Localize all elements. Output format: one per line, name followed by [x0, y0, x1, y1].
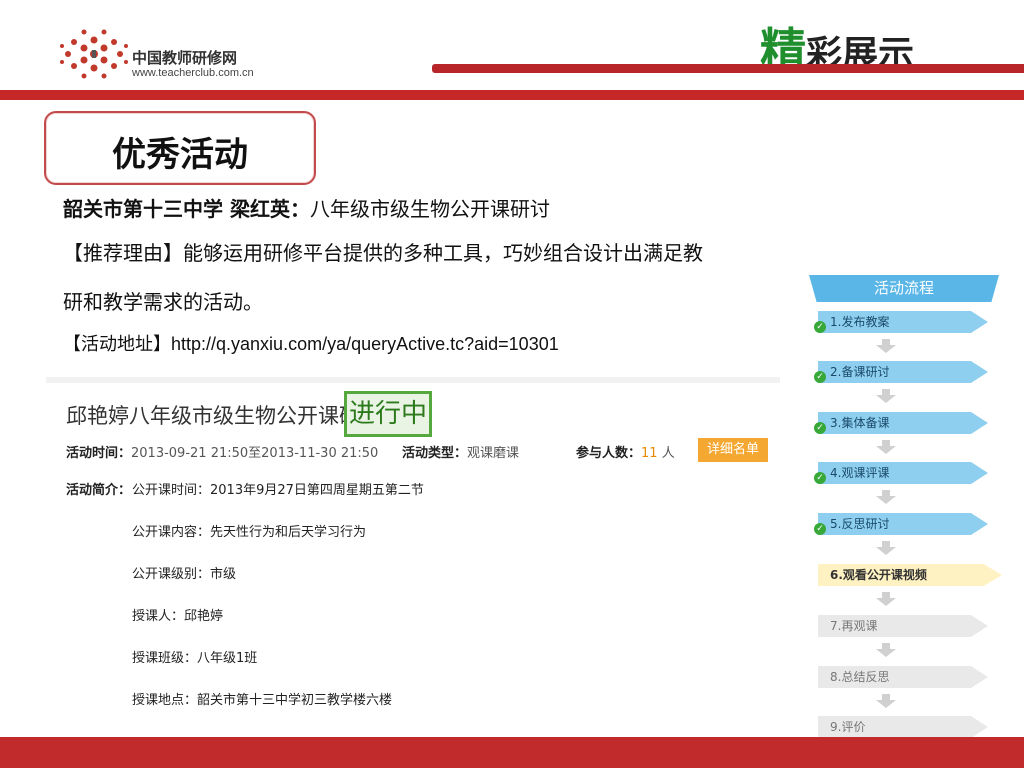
flow-header: 活动流程: [809, 275, 999, 302]
check-icon: ✓: [814, 472, 826, 484]
activity-title: 邱艳婷八年级市级生物公开课研讨: [66, 404, 381, 428]
down-arrow-icon: [876, 345, 896, 353]
flow-step-5[interactable]: 5.反思研讨: [818, 513, 988, 535]
flow-step-7[interactable]: 7.再观课: [818, 615, 988, 637]
intro-line: 授课地点：韶关市第十三中学初三教学楼六楼: [132, 693, 393, 708]
footer-bar: [0, 737, 1024, 768]
type-label: 活动类型：: [402, 446, 468, 461]
down-arrow-icon: [876, 395, 896, 403]
header-divider: [0, 90, 1024, 100]
check-icon: ✓: [814, 422, 826, 434]
section-badge: 优秀活动: [44, 111, 316, 185]
flow-step-4[interactable]: 4.观课评课: [818, 462, 988, 484]
header-accent-bar: [432, 64, 1024, 73]
time-label: 活动时间：: [66, 446, 132, 461]
flow-step-3[interactable]: 3.集体备课: [818, 412, 988, 434]
flow-step-1[interactable]: 1.发布教案: [818, 311, 988, 333]
intro-line: 公开课内容：先天性行为和后天学习行为: [132, 525, 367, 540]
address-link[interactable]: http://q.yanxiu.com/ya/queryActive.tc?ai…: [171, 334, 559, 354]
participant-count: 参与人数：11 人: [576, 442, 675, 461]
intro-label: 活动简介：: [66, 483, 132, 498]
logo-url: www.teacherclub.com.cn: [132, 67, 254, 79]
intro-line: 授课人：邱艳婷: [132, 609, 224, 624]
activity-summary: 韶关市第十三中学 梁红英：八年级市级生物公开课研讨: [63, 193, 550, 222]
activity-flow-panel: 活动流程 1.发布教案 ✓ 2.备课研讨 ✓ 3.集体备课 ✓ 4.观课评课 ✓…: [806, 272, 1002, 738]
people-count: 11: [641, 446, 658, 461]
activity-panel: 邱艳婷八年级市级生物公开课研讨 进行中 活动时间：2013-09-21 21:5…: [46, 377, 780, 723]
activity-type: 活动类型：观课磨课: [402, 442, 519, 461]
down-arrow-icon: [876, 598, 896, 606]
recommend-reason-line1: 【推荐理由】能够运用研修平台提供的多种工具，巧妙组合设计出满足教: [63, 241, 703, 265]
down-arrow-icon: [876, 649, 896, 657]
activity-time: 活动时间：2013-09-21 21:50至2013-11-30 21:50: [66, 442, 378, 461]
down-arrow-icon: [876, 446, 896, 454]
people-label: 参与人数：: [576, 446, 642, 461]
activity-address: 【活动地址】http://q.yanxiu.com/ya/queryActive…: [63, 330, 559, 356]
recommend-reason-line2: 研和教学需求的活动。: [63, 290, 263, 314]
check-icon: ✓: [814, 523, 826, 535]
down-arrow-icon: [876, 700, 896, 708]
check-icon: ✓: [814, 321, 826, 333]
check-icon: ✓: [814, 371, 826, 383]
activity-topic: 八年级市级生物公开课研讨: [309, 197, 550, 221]
status-badge: 进行中: [344, 391, 432, 437]
intro-line: 公开课时间：2013年9月27日第四周星期五第二节: [132, 483, 424, 498]
flow-step-2[interactable]: 2.备课研讨: [818, 361, 988, 383]
intro-line: 公开课级别：市级: [132, 567, 237, 582]
down-arrow-icon: [876, 496, 896, 504]
people-unit: 人: [661, 446, 675, 461]
detail-list-button[interactable]: 详细名单: [698, 438, 768, 462]
school-teacher: 韶关市第十三中学 梁红英：: [63, 197, 310, 221]
logo-mark-icon: [60, 29, 128, 79]
address-label: 【活动地址】: [63, 334, 171, 355]
section-badge-label: 优秀活动: [112, 135, 248, 175]
down-arrow-icon: [876, 547, 896, 555]
flow-step-9[interactable]: 9.评价: [818, 716, 988, 738]
type-value: 观课磨课: [467, 446, 520, 461]
flow-step-8[interactable]: 8.总结反思: [818, 666, 988, 688]
logo-text: 中国教师研修网: [132, 49, 238, 67]
time-value: 2013-09-21 21:50至2013-11-30 21:50: [131, 446, 379, 461]
flow-step-6[interactable]: 6.观看公开课视频: [818, 564, 1002, 586]
intro-line: 授课班级：八年级1班: [132, 651, 258, 666]
